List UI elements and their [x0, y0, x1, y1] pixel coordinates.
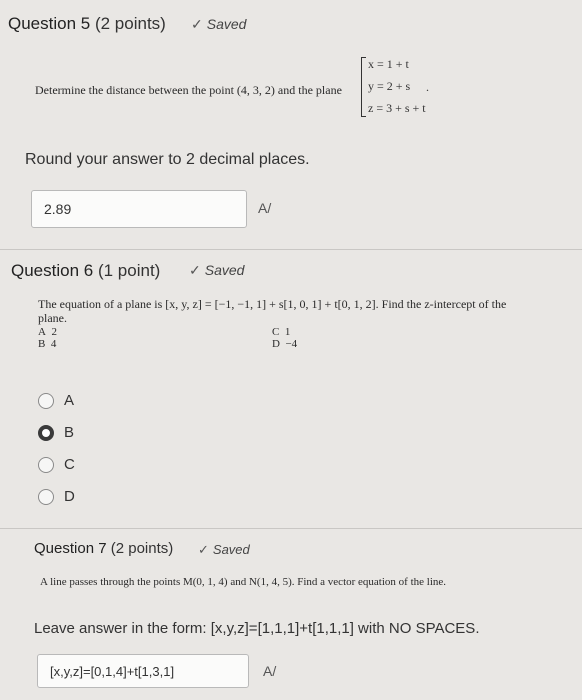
question-divider	[0, 249, 582, 250]
radio-c[interactable]	[38, 456, 54, 473]
checkmark-icon: ✓	[198, 542, 209, 557]
saved-label: Saved	[204, 262, 245, 278]
question-divider	[0, 528, 582, 529]
question-5-saved-status: ✓ Saved	[191, 16, 246, 33]
checkmark-icon: ✓	[189, 262, 201, 278]
option-a[interactable]: A	[38, 392, 74, 409]
spellcheck-icon[interactable]: A/	[258, 200, 271, 216]
question-5-points: (2 points)	[94, 14, 166, 33]
system-eq-y: y = 2 + s	[368, 79, 411, 93]
choice-text-b: B 4	[38, 338, 57, 350]
option-b-label: B	[64, 424, 75, 441]
saved-label: Saved	[212, 542, 250, 557]
saved-label: Saved	[206, 16, 247, 32]
option-d[interactable]: D	[38, 488, 75, 505]
choice-text-a: A 2	[38, 326, 57, 338]
question-7-points: (2 points)	[110, 540, 174, 557]
option-a-label: A	[64, 392, 75, 409]
system-eq-x: x = 1 + t	[368, 57, 409, 71]
system-brace	[361, 57, 366, 117]
system-eq-z: z = 3 + s + t	[368, 101, 426, 115]
question-7-heading: Question 7	[34, 540, 107, 557]
choice-text-d: D −4	[272, 338, 298, 350]
choice-text-c: C 1	[272, 326, 291, 338]
radio-a[interactable]	[38, 392, 54, 409]
question-7-prompt: A line passes through the points M(0, 1,…	[40, 576, 447, 588]
question-5-instruction: Round your answer to 2 decimal places.	[25, 151, 310, 168]
option-c-label: C	[64, 456, 75, 473]
question-7-instruction: Leave answer in the form: [x,y,z]=[1,1,1…	[34, 620, 480, 637]
question-5-title: Question 5 (2 points)	[8, 14, 166, 34]
checkmark-icon: ✓	[191, 16, 203, 32]
option-b[interactable]: B	[38, 424, 74, 441]
option-c[interactable]: C	[38, 456, 75, 473]
spellcheck-icon[interactable]: A/	[263, 663, 276, 679]
question-6-points: (1 point)	[97, 261, 161, 280]
radio-b-selected[interactable]	[38, 424, 54, 441]
question-7-title: Question 7 (2 points)	[34, 540, 173, 557]
system-period: .	[426, 80, 429, 94]
question-7-answer-input[interactable]: [x,y,z]=[0,1,4]+t[1,3,1]	[37, 654, 249, 688]
question-5-answer-input[interactable]: 2.89	[31, 190, 247, 228]
question-5-heading: Question 5	[8, 14, 91, 33]
radio-d[interactable]	[38, 488, 54, 505]
question-6-prompt-line2: plane.	[38, 311, 67, 325]
question-6-title: Question 6 (1 point)	[11, 261, 160, 281]
question-7-saved-status: ✓ Saved	[198, 542, 250, 558]
question-6-prompt-line1: The equation of a plane is [x, y, z] = […	[38, 297, 507, 311]
question-6-saved-status: ✓ Saved	[189, 262, 244, 279]
question-5-prompt: Determine the distance between the point…	[35, 83, 342, 97]
question-6-heading: Question 6	[11, 261, 94, 280]
option-d-label: D	[64, 488, 75, 505]
